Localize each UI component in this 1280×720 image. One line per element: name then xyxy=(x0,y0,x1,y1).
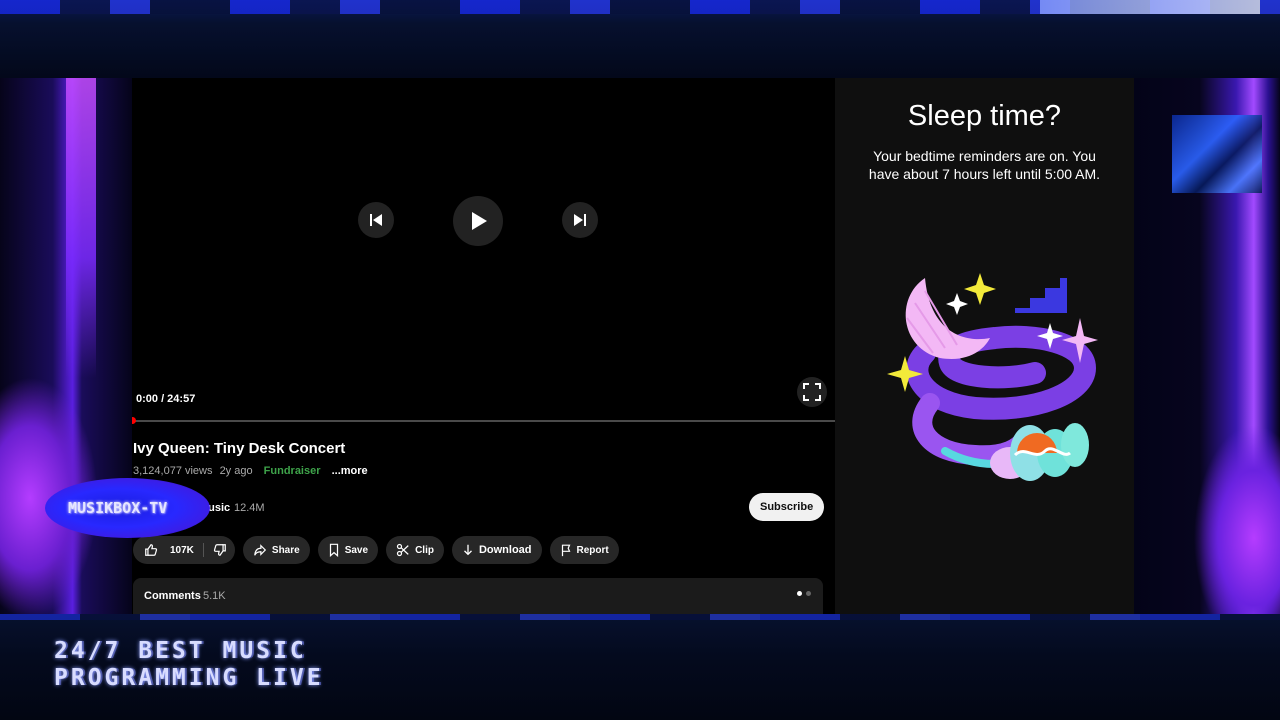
background-top-band xyxy=(0,0,1280,78)
save-label: Save xyxy=(344,544,369,556)
share-icon xyxy=(254,544,267,556)
fullscreen-button[interactable] xyxy=(797,377,827,407)
sleep-illustration xyxy=(887,273,1098,481)
sleep-reminder-panel: Sleep time? Your bedtime reminders are o… xyxy=(835,78,1134,614)
report-label: Report xyxy=(576,544,609,556)
thumbs-down-icon[interactable] xyxy=(213,543,227,557)
clip-button[interactable]: Clip xyxy=(386,536,444,564)
time-display: 0:00 / 24:57 xyxy=(132,391,200,407)
video-page: 0:00 / 24:57 Ivy Queen: Tiny Desk Concer… xyxy=(132,78,835,614)
play-button[interactable] xyxy=(453,196,503,246)
play-icon xyxy=(472,212,487,230)
download-button[interactable]: Download xyxy=(451,536,542,564)
download-icon xyxy=(463,544,472,556)
video-title: Ivy Queen: Tiny Desk Concert xyxy=(133,440,346,457)
comments-count: 5.1K xyxy=(203,590,226,602)
pager-dot xyxy=(806,591,811,596)
upload-age: 2y ago xyxy=(219,465,253,477)
pager-dot-active xyxy=(797,591,802,596)
share-button[interactable]: Share xyxy=(242,536,310,564)
like-separator xyxy=(202,543,204,557)
share-label: Share xyxy=(271,544,300,556)
live-banner-line-1: 24/7 BEST MUSIC xyxy=(54,638,307,664)
skip-previous-icon xyxy=(370,214,382,226)
report-button[interactable]: Report xyxy=(549,536,619,564)
bookmark-icon xyxy=(329,543,338,557)
more-link[interactable]: ...more xyxy=(332,465,368,477)
like-count: 107K xyxy=(170,544,194,556)
sleep-title: Sleep time? xyxy=(907,100,1062,132)
next-button[interactable] xyxy=(562,202,598,238)
thumbs-up-icon xyxy=(145,544,158,556)
download-label: Download xyxy=(478,544,532,556)
subscribe-button[interactable]: Subscribe xyxy=(749,493,825,521)
live-banner: 24/7 BEST MUSIC PROGRAMMING LIVE xyxy=(54,638,324,692)
like-dislike-group: 107K xyxy=(133,536,235,564)
channel-row: Music 12.4M Subscribe xyxy=(132,492,835,524)
fundraiser-link[interactable]: Fundraiser xyxy=(264,465,321,477)
subscriber-count: 12.4M xyxy=(234,502,265,514)
action-bar: 107K Share Save Clip Download Report xyxy=(133,536,619,564)
like-button[interactable]: 107K xyxy=(144,543,194,557)
video-player[interactable]: 0:00 / 24:57 xyxy=(132,78,835,422)
comments-label: Comments xyxy=(144,590,201,602)
progress-scrubber[interactable] xyxy=(132,417,136,424)
comments-pager[interactable] xyxy=(797,591,811,596)
save-button[interactable]: Save xyxy=(317,536,379,564)
progress-bar[interactable] xyxy=(132,420,835,422)
channel-logo-text: MUSIKBOX-TV xyxy=(68,499,168,517)
skip-next-icon xyxy=(574,214,586,226)
live-banner-line-2: PROGRAMMING LIVE xyxy=(54,665,324,691)
clip-label: Clip xyxy=(415,544,434,556)
fullscreen-icon xyxy=(803,383,821,401)
background-right-artifact xyxy=(1172,115,1262,193)
video-meta: 3,124,077 views 2y ago Fundraiser ...mor… xyxy=(133,465,368,477)
flag-icon xyxy=(561,544,570,557)
sleep-message: Your bedtime reminders are on. You have … xyxy=(868,148,1101,182)
view-count: 3,124,077 views xyxy=(133,465,213,477)
previous-button[interactable] xyxy=(358,202,394,238)
comments-section[interactable]: Comments 5.1K xyxy=(133,578,823,614)
scissors-icon xyxy=(396,543,409,557)
